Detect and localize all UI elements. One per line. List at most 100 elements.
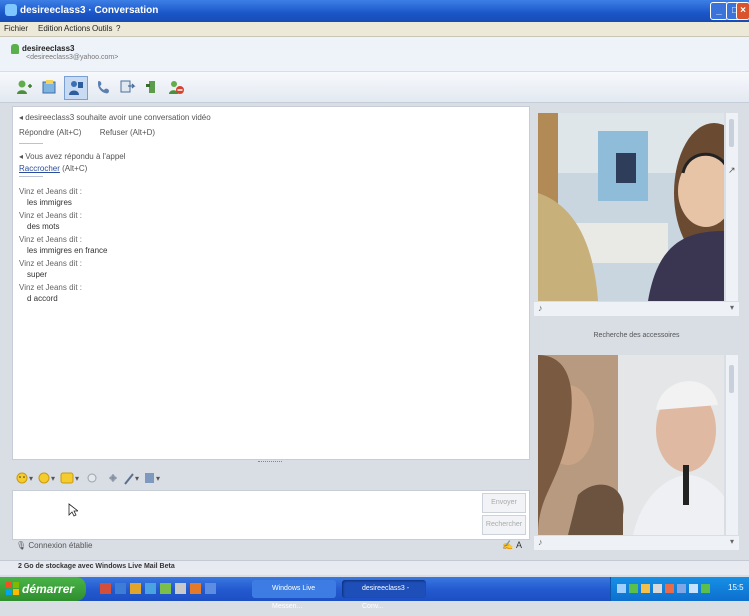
system-tray: 15:5 — [610, 577, 749, 601]
divider — [19, 176, 43, 177]
messenger-app-icon — [5, 4, 17, 16]
handwriting-icon[interactable]: ✍ — [502, 540, 513, 551]
accept-call-link[interactable]: Répondre (Alt+C) — [19, 128, 81, 137]
ink-icon[interactable] — [124, 473, 134, 485]
emoticon-icon[interactable] — [16, 472, 28, 484]
answered-line: ◂ Vous avez répondu à l'appel — [19, 152, 126, 161]
start-button[interactable]: démarrer — [0, 577, 86, 601]
message-text: des mots — [27, 222, 60, 231]
svg-text:▾: ▾ — [29, 474, 33, 483]
answered-text: Vous avez répondu à l'appel — [25, 152, 126, 161]
hangup-link[interactable]: Raccrocher — [19, 164, 60, 173]
invite-contact-icon[interactable] — [15, 78, 33, 96]
hangup-line: Raccrocher (Alt+C) — [19, 164, 87, 173]
wink-icon[interactable] — [38, 472, 50, 484]
quicklaunch-icon — [205, 583, 216, 594]
input-status-bar: 🎙 Connexion établie ✍ A — [12, 539, 528, 553]
quicklaunch-icon — [145, 583, 156, 594]
voice-call-icon[interactable] — [95, 78, 113, 96]
task-conversation[interactable]: desireeclass3 - Conv... — [342, 580, 426, 610]
quicklaunch-icon — [190, 583, 201, 594]
message-text: les immigres en france — [27, 246, 108, 255]
divider — [19, 143, 43, 144]
quicklaunch-icon — [160, 583, 171, 594]
block-contact-icon[interactable] — [167, 78, 185, 96]
message-sender: Vinz et Jeans dit : — [19, 283, 82, 292]
window-title: desireeclass3 · Conversation — [20, 5, 159, 16]
task-messenger[interactable]: Windows Live Messen... — [252, 580, 336, 610]
menu-fichier[interactable]: Fichier — [4, 24, 28, 33]
remote-video — [538, 113, 724, 301]
expand-icon[interactable]: ↗ — [728, 165, 736, 176]
mic-slider[interactable] — [729, 365, 734, 393]
conversation-history: ◂ desireeclass3 souhaite avoir une conve… — [12, 106, 530, 460]
contact-email: <desireeclass3@yahoo.com> — [26, 54, 119, 61]
hangup-shortcut: (Alt+C) — [62, 164, 88, 173]
chevron-down-icon[interactable]: ▾ — [730, 303, 734, 312]
games-icon[interactable] — [143, 78, 161, 96]
quick-launch — [100, 583, 216, 594]
menu-edition[interactable]: Edition — [38, 24, 62, 33]
invite-line: ◂ desireeclass3 souhaite avoir une conve… — [19, 113, 211, 122]
menu-help[interactable]: ? — [116, 24, 120, 33]
svg-text:▾: ▾ — [135, 474, 139, 483]
quicklaunch-icon — [130, 583, 141, 594]
local-video-sidebar — [726, 355, 738, 535]
message-text: d accord — [27, 294, 58, 303]
invite-text: desireeclass3 souhaite avoir une convers… — [25, 113, 211, 122]
tray-icon — [677, 584, 686, 593]
tray-icon — [653, 584, 662, 593]
send-button[interactable]: Envoyer — [482, 493, 526, 513]
quicklaunch-icon — [100, 583, 111, 594]
remote-video-sidebar: ↗ — [726, 113, 738, 301]
search-button[interactable]: Rechercher — [482, 515, 526, 535]
connection-status: 🎙 Connexion établie — [16, 541, 93, 550]
pane-splitter[interactable] — [258, 461, 282, 465]
close-button[interactable]: × — [736, 2, 749, 20]
microphone-icon[interactable]: ♪ — [538, 537, 543, 547]
svg-text:▾: ▾ — [156, 474, 160, 483]
send-file-icon[interactable] — [40, 78, 58, 96]
tray-icon — [629, 584, 638, 593]
tray-icon — [665, 584, 674, 593]
nudge-icon[interactable] — [60, 472, 74, 484]
contact-header: desireeclass3 <desireeclass3@yahoo.com> — [0, 37, 749, 71]
volume-slider[interactable] — [729, 119, 734, 147]
message-text: les immigres — [27, 198, 72, 207]
message-sender: Vinz et Jeans dit : — [19, 259, 82, 268]
taskbar: démarrer Windows Live Messen... desireec… — [0, 577, 749, 610]
video-call-icon[interactable] — [64, 76, 88, 100]
invite-actions: Répondre (Alt+C) Refuser (Alt+D) — [19, 128, 155, 137]
menu-bar: Fichier Edition Actions Outils ? — [0, 22, 749, 37]
video-separator-label: Recherche des accessoires — [593, 332, 680, 339]
speaker-icon[interactable]: ♪ — [538, 303, 543, 313]
chevron-down-icon[interactable]: ▾ — [730, 537, 734, 546]
decline-call-link[interactable]: Refuser (Alt+D) — [100, 128, 155, 137]
voice-clip-icon[interactable] — [109, 474, 117, 482]
message-text: super — [27, 270, 48, 279]
status-bar-text[interactable]: 2 Go de stockage avec Windows Live Mail … — [18, 563, 175, 570]
tray-icon — [617, 584, 626, 593]
activities-icon[interactable] — [118, 78, 136, 96]
remote-video-controls: ♪ ▾ — [534, 302, 739, 316]
message-input[interactable] — [12, 490, 530, 540]
ad-status-bar: 2 Go de stockage avec Windows Live Mail … — [0, 560, 749, 575]
tray-icon — [701, 584, 710, 593]
toolbar — [0, 72, 749, 103]
svg-text:▾: ▾ — [75, 474, 79, 483]
menu-outils[interactable]: Outils — [92, 24, 112, 33]
windows-logo-icon — [6, 582, 19, 595]
message-sender: Vinz et Jeans dit : — [19, 187, 82, 196]
contact-name[interactable]: desireeclass3 — [22, 44, 75, 53]
background-icon[interactable] — [145, 473, 154, 483]
local-video-controls: ♪ ▾ — [534, 536, 739, 550]
status-icon: 🎙 — [16, 541, 29, 550]
quicklaunch-icon — [175, 583, 186, 594]
font-icon[interactable]: A — [516, 540, 522, 550]
tray-icon — [641, 584, 650, 593]
quicklaunch-icon — [115, 583, 126, 594]
message-sender: Vinz et Jeans dit : — [19, 235, 82, 244]
buzz-icon[interactable] — [87, 473, 97, 483]
tray-icon — [689, 584, 698, 593]
menu-actions[interactable]: Actions — [64, 24, 90, 33]
